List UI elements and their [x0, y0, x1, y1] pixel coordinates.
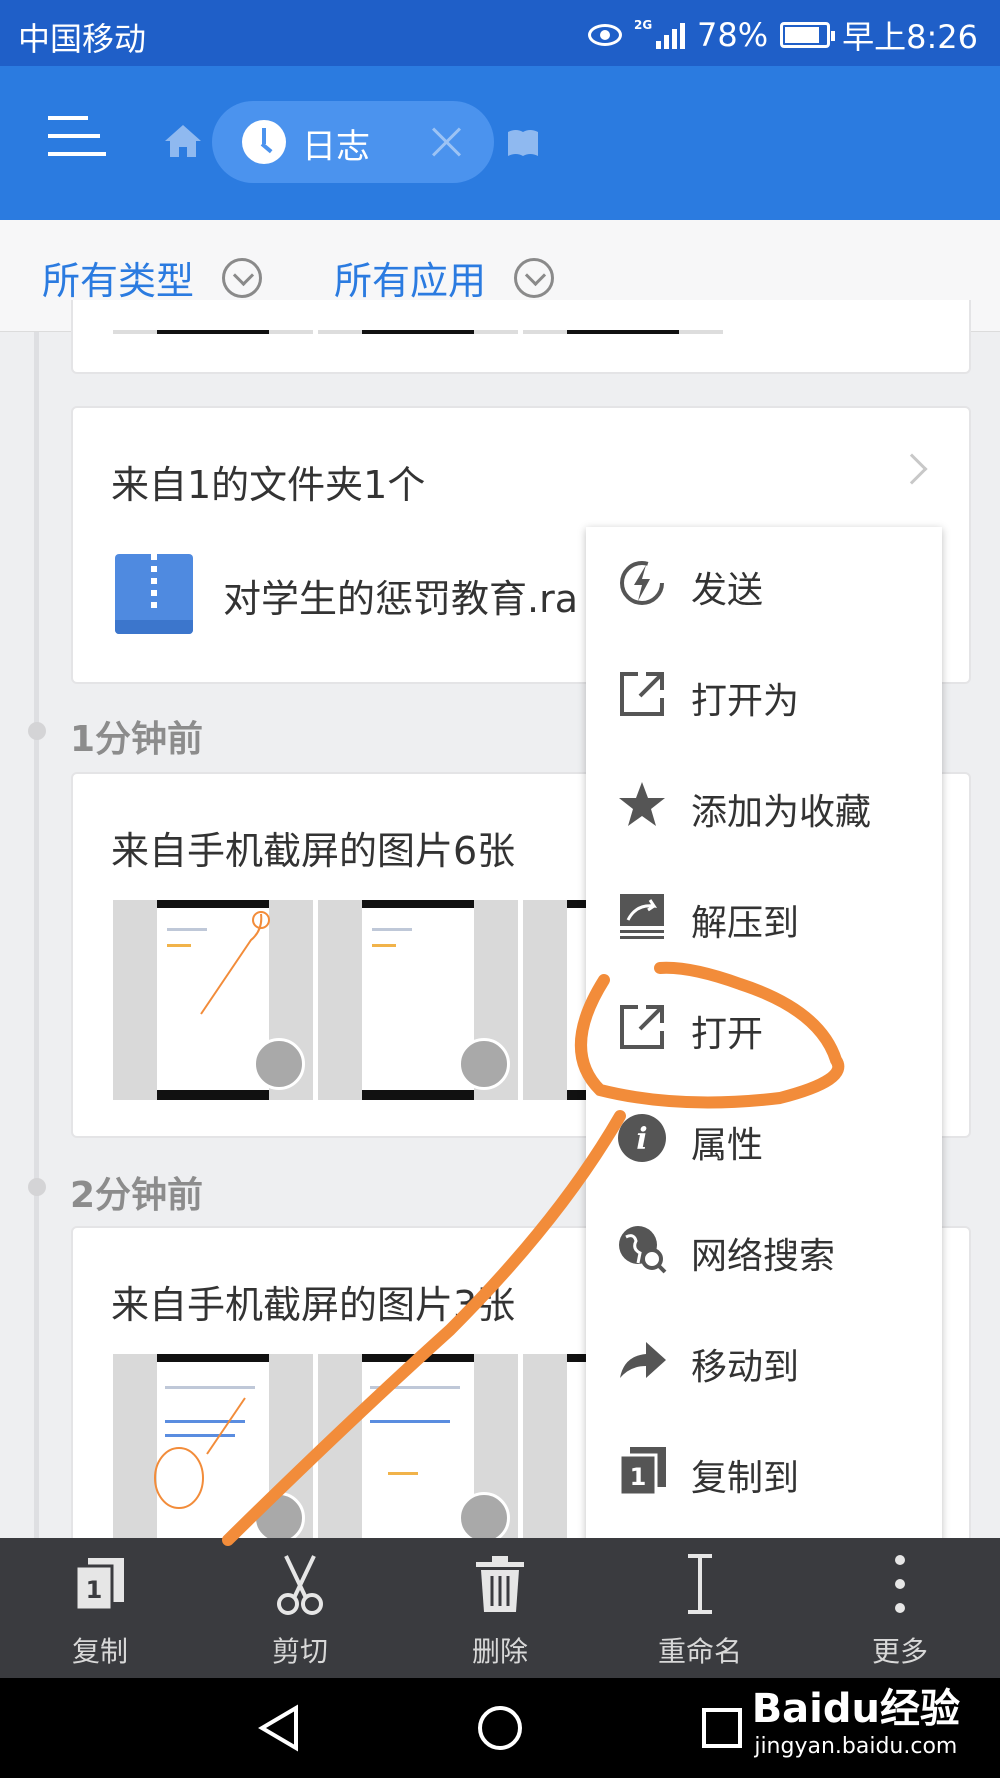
chevron-down-icon: [514, 257, 555, 298]
open-external-icon: [620, 1005, 664, 1049]
toolbar-delete-button[interactable]: 删除: [400, 1538, 600, 1678]
more-icon: [895, 1555, 905, 1613]
thumbnail[interactable]: [113, 900, 313, 1100]
bottom-toolbar: 1 复制 剪切 删除 重命名 更多: [0, 1538, 1000, 1678]
type-filter-label: 所有类型: [42, 259, 195, 303]
menu-item-label: 移动到: [691, 1347, 800, 1388]
home-icon[interactable]: [163, 123, 203, 159]
clock-icon: [242, 120, 286, 164]
menu-item-properties[interactable]: i 属性: [586, 1082, 942, 1193]
menu-item-send[interactable]: 发送: [586, 527, 942, 638]
toolbar-copy-button[interactable]: 1 复制: [0, 1538, 200, 1678]
toolbar-rename-button[interactable]: 重命名: [600, 1538, 800, 1678]
status-bar: 中国移动 2G 78% 早上8:26: [0, 0, 1000, 66]
zip-file-icon: [115, 554, 193, 634]
thumbnail[interactable]: [318, 1354, 518, 1554]
chevron-right-icon[interactable]: [896, 453, 928, 485]
rename-icon: [688, 1554, 712, 1614]
clock-time: 早上8:26: [842, 18, 978, 56]
open-external-icon: [620, 672, 664, 716]
menu-item-open-as[interactable]: 打开为: [586, 638, 942, 749]
timeline-line: [34, 332, 39, 1540]
svg-text:1: 1: [86, 1576, 103, 1604]
toolbar-label: 复制: [71, 1635, 128, 1668]
card-title: 来自手机截屏的图片3张: [111, 1283, 516, 1327]
menu-item-label: 解压到: [691, 903, 800, 944]
menu-item-label: 复制到: [691, 1458, 800, 1499]
toolbar-label: 更多: [871, 1635, 928, 1668]
breadcrumb-chip[interactable]: 日志: [212, 101, 494, 183]
baidu-watermark: Baidu经验 jingyan.baidu.com: [752, 1676, 960, 1759]
thumbnail[interactable]: [318, 900, 518, 1100]
home-circle-icon[interactable]: [476, 1704, 524, 1752]
svg-text:1: 1: [630, 1463, 647, 1491]
thumbnail[interactable]: [113, 1354, 313, 1554]
toolbar-label: 删除: [471, 1635, 528, 1668]
chevron-down-icon: [222, 257, 263, 298]
toolbar-more-button[interactable]: 更多: [800, 1538, 1000, 1678]
recents-icon[interactable]: [700, 1704, 744, 1752]
info-icon: i: [618, 1114, 666, 1162]
card-title: 来自手机截屏的图片6张: [111, 829, 516, 873]
app-bar: 日志: [0, 66, 1000, 220]
selection-circle[interactable]: [253, 1492, 305, 1544]
menu-item-label: 打开为: [691, 681, 800, 722]
menu-item-label: 添加为收藏: [691, 792, 872, 833]
selection-circle[interactable]: [458, 1492, 510, 1544]
menu-item-copy-to[interactable]: 1 复制到: [586, 1415, 942, 1526]
carrier-name: 中国移动: [18, 20, 147, 58]
timeline-dot: [28, 1178, 46, 1196]
back-icon[interactable]: [256, 1704, 304, 1752]
breadcrumb-label: 日志: [302, 127, 370, 167]
menu-item-extract[interactable]: 解压到: [586, 860, 942, 971]
timeline-dot: [28, 722, 46, 740]
signal-icon: 2G: [634, 18, 685, 49]
copy-to-icon: 1: [618, 1447, 666, 1497]
app-filter-label: 所有应用: [334, 259, 487, 303]
menu-item-web-search[interactable]: 网络搜索: [586, 1193, 942, 1304]
selection-circle[interactable]: [253, 1038, 305, 1090]
time-label: 2分钟前: [70, 1175, 204, 1216]
menu-item-label: 发送: [691, 570, 764, 611]
move-icon: [620, 1342, 666, 1378]
app-filter[interactable]: 所有应用: [334, 250, 555, 305]
star-icon: [619, 782, 665, 826]
menu-item-label: 打开: [691, 1014, 764, 1055]
time-label: 1分钟前: [70, 719, 204, 760]
network-type: 2G: [634, 18, 653, 32]
copy-icon: 1: [74, 1558, 124, 1612]
menu-icon[interactable]: [48, 116, 106, 156]
menu-item-move-to[interactable]: 移动到: [586, 1304, 942, 1415]
toolbar-label: 重命名: [657, 1635, 742, 1668]
card-title: 来自1的文件夹1个: [111, 463, 426, 507]
type-filter[interactable]: 所有类型: [42, 250, 263, 305]
menu-item-label: 网络搜索: [691, 1236, 836, 1277]
toolbar-cut-button[interactable]: 剪切: [200, 1538, 400, 1678]
book-icon[interactable]: [506, 128, 540, 158]
timeline-card-partial[interactable]: [71, 300, 971, 374]
battery-percent: 78%: [697, 16, 769, 54]
file-name[interactable]: 对学生的惩罚教育.ra: [223, 568, 578, 623]
send-icon: [620, 561, 664, 605]
menu-item-label: 属性: [691, 1125, 764, 1166]
svg-text:i: i: [636, 1122, 647, 1157]
web-search-icon: [619, 1226, 667, 1274]
battery-icon: [780, 22, 836, 48]
menu-item-favorite[interactable]: 添加为收藏: [586, 749, 942, 860]
extract-icon: [620, 894, 664, 939]
close-icon[interactable]: [430, 125, 464, 159]
context-menu: 发送 打开为 添加为收藏 解压到 打开 i 属性 网络搜索 移动到 1 复制到: [586, 527, 942, 1549]
watermark-brand: Baidu经验: [751, 1686, 960, 1732]
eye-comfort-icon: [588, 24, 622, 46]
selection-circle[interactable]: [458, 1038, 510, 1090]
watermark-url: jingyan.baidu.com: [754, 1734, 958, 1759]
menu-item-open[interactable]: 打开: [586, 971, 942, 1082]
scissors-icon: [277, 1555, 323, 1615]
trash-icon: [476, 1556, 524, 1612]
toolbar-label: 剪切: [271, 1635, 328, 1668]
